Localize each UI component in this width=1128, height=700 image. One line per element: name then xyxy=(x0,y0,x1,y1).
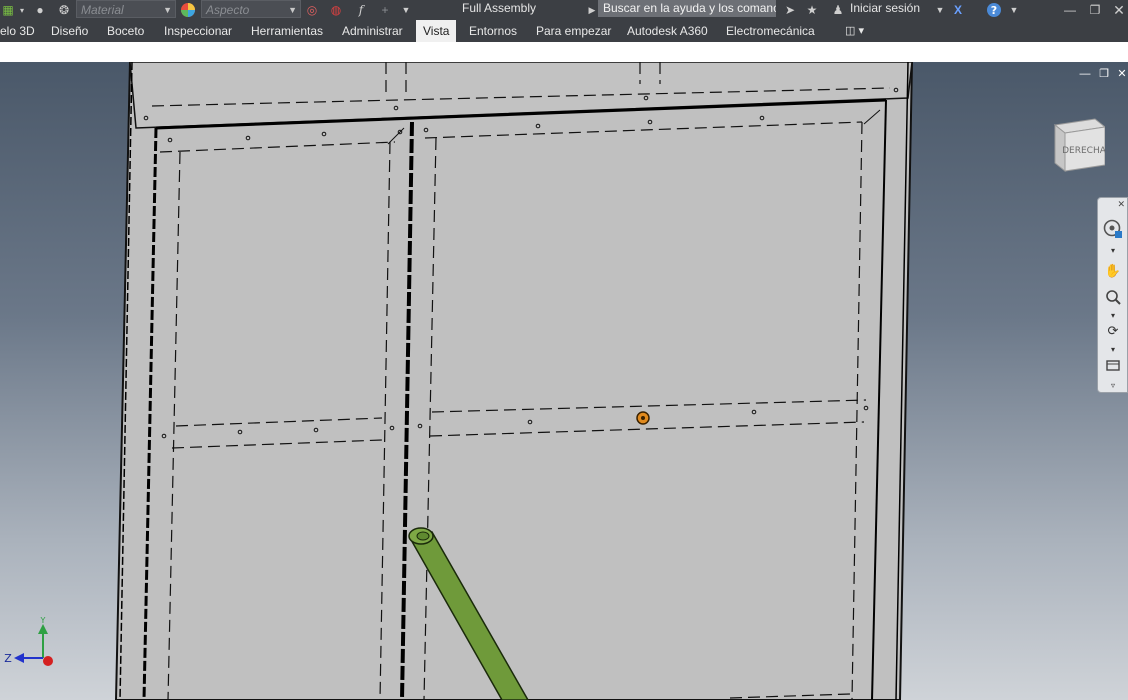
svg-text:?: ? xyxy=(991,4,997,17)
ribbon-display-toggle-icon[interactable]: ◫ ▾ xyxy=(845,20,864,42)
x-axis-marker xyxy=(43,656,53,666)
panel-body xyxy=(114,62,914,700)
navigation-bar: ✕ ▾ ✋ ▾ ⟳ ▾ ▿ xyxy=(1097,197,1128,393)
chevron-down-icon: ▼ xyxy=(288,5,297,15)
tab-entornos[interactable]: Entornos xyxy=(469,20,517,42)
graphics-viewport[interactable]: — ❐ ✕ xyxy=(0,62,1128,700)
tab-herramientas[interactable]: Herramientas xyxy=(251,20,323,42)
look-at-icon[interactable] xyxy=(1103,356,1123,374)
z-axis-arrow xyxy=(14,653,24,663)
tab-electromecanica[interactable]: Electromecánica xyxy=(726,20,815,42)
exchange-icon[interactable]: X xyxy=(950,2,966,18)
model-view xyxy=(114,62,914,700)
close-icon[interactable]: ✕ xyxy=(1111,2,1127,18)
help-dropdown-icon[interactable]: ▼ xyxy=(1006,2,1022,18)
coordinate-triad: Y Z xyxy=(2,614,62,674)
sketch-tool-icon[interactable]: ● xyxy=(32,2,48,18)
navbar-close-icon[interactable]: ✕ xyxy=(1117,199,1125,210)
viewport-close-icon[interactable]: ✕ xyxy=(1116,68,1128,80)
tab-diseno[interactable]: Diseño xyxy=(51,20,88,42)
add-icon[interactable]: + xyxy=(377,2,393,18)
settings-icon[interactable]: ❂ xyxy=(56,2,72,18)
window-title: Full Assembly xyxy=(462,1,537,15)
steering-wheel-dropdown-icon[interactable]: ▾ xyxy=(1103,241,1123,259)
restore-icon[interactable]: ❐ xyxy=(1087,2,1103,18)
navbar-customize-icon[interactable]: ▿ xyxy=(1103,376,1123,394)
tab-autodesk-a360[interactable]: Autodesk A360 xyxy=(627,20,708,42)
ribbon-panel xyxy=(0,42,1128,62)
z-axis-label: Z xyxy=(4,652,12,665)
tab-administrar[interactable]: Administrar xyxy=(342,20,403,42)
signin-button[interactable]: Iniciar sesión xyxy=(850,1,920,15)
appearance-dropdown[interactable]: Aspecto ▼ xyxy=(201,0,301,18)
tab-boceto[interactable]: Boceto xyxy=(107,20,144,42)
search-run-icon[interactable]: ➤ xyxy=(782,2,798,18)
tab-para-empezar[interactable]: Para empezar xyxy=(536,20,611,42)
tab-vista[interactable]: Vista xyxy=(416,20,457,42)
steering-wheel-icon[interactable] xyxy=(1103,219,1123,238)
user-icon[interactable]: ♟ xyxy=(830,2,846,18)
viewcube[interactable]: DERECHA xyxy=(1049,117,1107,173)
ribbon-tabs: elo 3D Diseño Boceto Inspeccionar Herram… xyxy=(0,20,1128,42)
clear-override-icon[interactable]: ◍ xyxy=(328,2,344,18)
customize-qat-icon[interactable]: ▼ xyxy=(398,2,414,18)
chevron-down-icon: ▼ xyxy=(163,5,172,15)
orbit-icon[interactable]: ⟳ xyxy=(1103,322,1123,340)
tab-inspeccionar[interactable]: Inspeccionar xyxy=(164,20,232,42)
viewport-restore-icon[interactable]: ❐ xyxy=(1098,68,1110,80)
star-icon[interactable]: ★ xyxy=(804,2,820,18)
viewport-minimize-icon[interactable]: — xyxy=(1079,68,1091,80)
y-axis-label: Y xyxy=(40,616,46,625)
appearance-icon[interactable] xyxy=(180,2,196,18)
material-dropdown[interactable]: Material ▼ xyxy=(76,0,176,18)
clear-appearance-icon[interactable]: ◎ xyxy=(304,2,320,18)
appearance-dropdown-value: Aspecto xyxy=(206,3,250,17)
formula-icon[interactable]: f xyxy=(353,2,369,18)
dropdown-arrow-icon[interactable]: ▾ xyxy=(14,2,30,18)
pan-icon[interactable]: ✋ xyxy=(1103,262,1123,280)
y-axis-arrow xyxy=(38,624,48,634)
tab-modelo-3d[interactable]: elo 3D xyxy=(0,20,35,42)
help-icon[interactable]: ? xyxy=(986,2,1002,18)
viewcube-face-label: DERECHA xyxy=(1062,146,1105,156)
minimize-icon[interactable]: — xyxy=(1062,2,1078,18)
work-point-marker xyxy=(636,411,650,425)
signin-dropdown-icon[interactable]: ▼ xyxy=(932,2,948,18)
zoom-icon[interactable] xyxy=(1103,288,1123,306)
material-dropdown-value: Material xyxy=(81,3,124,17)
title-bar: ▦ ▾ ● ❂ Material ▼ Aspecto ▼ ◎ ◍ f + ▼ F… xyxy=(0,0,1128,20)
help-search-input[interactable]: Buscar en la ayuda y los comanc xyxy=(598,0,776,17)
